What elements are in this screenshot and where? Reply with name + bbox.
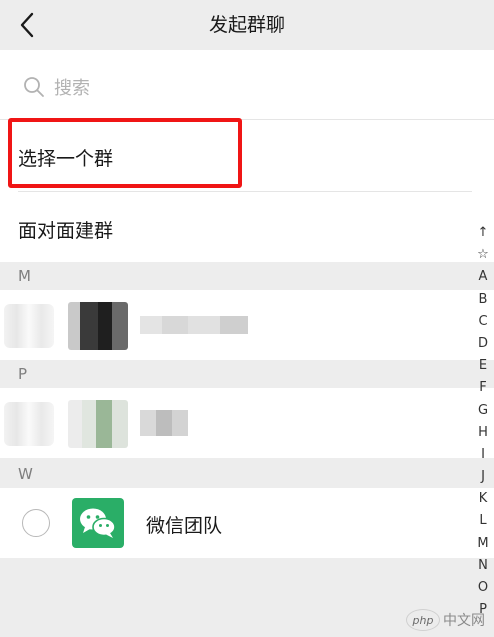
blurred-select-radio[interactable] (4, 304, 54, 348)
index-item-d[interactable]: D (472, 333, 494, 355)
index-item-c[interactable]: C (472, 311, 494, 333)
blurred-contact-name (140, 316, 248, 334)
alphabet-index-bar: ↑ ☆ A B C D E F G H I J K L M N O P (472, 222, 494, 637)
index-item-j[interactable]: J (472, 466, 494, 488)
index-item-top[interactable]: ↑ (472, 222, 494, 244)
blurred-select-radio[interactable] (4, 402, 54, 446)
section-header-w: W (0, 460, 494, 488)
avatar (72, 498, 124, 548)
index-item-a[interactable]: A (472, 266, 494, 288)
search-bar: 搜索 (0, 50, 494, 120)
blurred-avatar (68, 302, 128, 350)
select-radio[interactable] (22, 509, 50, 537)
contact-row[interactable] (0, 290, 494, 360)
contact-row[interactable] (0, 388, 494, 458)
index-item-m[interactable]: M (472, 533, 494, 555)
search-icon (24, 77, 44, 97)
index-item-p[interactable]: P (472, 599, 494, 621)
index-item-k[interactable]: K (472, 488, 494, 510)
section-letter: W (18, 465, 33, 483)
php-logo: php (406, 609, 440, 631)
section-letter: P (18, 365, 28, 383)
index-item-b[interactable]: B (472, 289, 494, 311)
index-item-l[interactable]: L (472, 510, 494, 532)
index-item-star[interactable]: ☆ (472, 244, 494, 266)
search-input[interactable]: 搜索 (22, 72, 90, 102)
contact-name: 微信团队 (146, 515, 223, 537)
index-item-e[interactable]: E (472, 355, 494, 377)
section-letter: M (18, 267, 31, 285)
top-navigation-bar: 发起群聊 (0, 0, 494, 50)
contact-row-wechat-team[interactable]: 微信团队 (0, 488, 494, 558)
select-group-label: 选择一个群 (18, 148, 114, 170)
search-placeholder: 搜索 (54, 78, 90, 99)
blurred-contact-name (140, 410, 188, 436)
select-group-option[interactable]: 选择一个群 (0, 120, 494, 192)
face-to-face-group-option[interactable]: 面对面建群 (0, 192, 494, 262)
face-to-face-group-label: 面对面建群 (18, 220, 114, 242)
index-item-f[interactable]: F (472, 377, 494, 399)
index-item-n[interactable]: N (472, 555, 494, 577)
blurred-avatar (68, 400, 128, 448)
index-item-o[interactable]: O (472, 577, 494, 599)
page-title: 发起群聊 (208, 14, 285, 36)
index-item-i[interactable]: I (472, 444, 494, 466)
wechat-logo-icon (80, 508, 116, 538)
index-item-g[interactable]: G (472, 400, 494, 422)
index-item-h[interactable]: H (472, 422, 494, 444)
section-header-m: M (0, 262, 494, 290)
create-group-chat-page: 发起群聊 搜索 选择一个群 面对面建群 M P W 微信团队 ↑ ☆ A B C… (0, 0, 494, 637)
section-header-p: P (0, 360, 494, 388)
